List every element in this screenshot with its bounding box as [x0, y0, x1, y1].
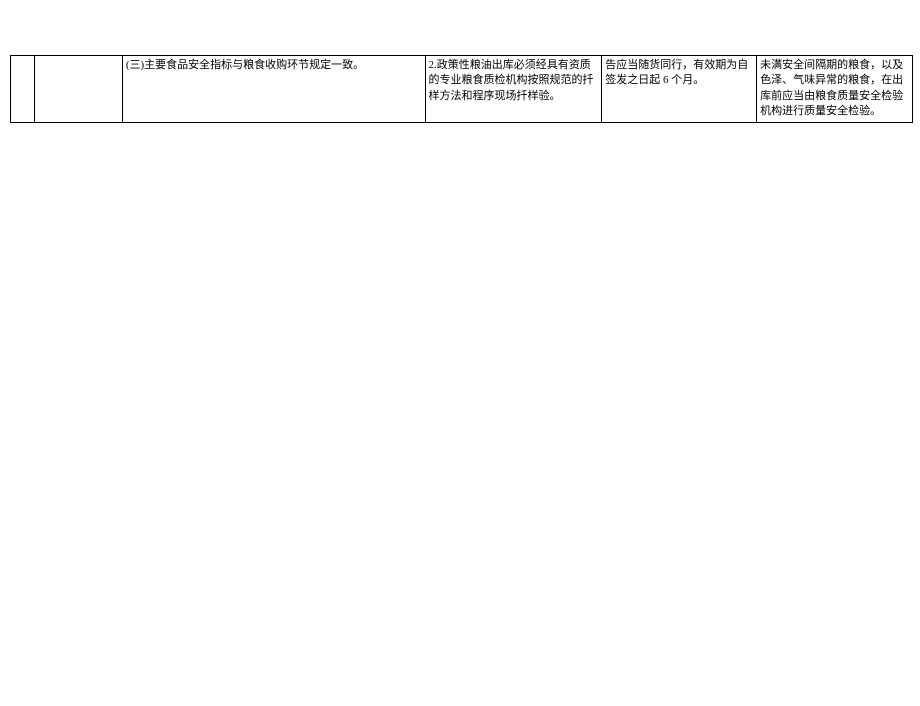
cell-content-5: 告应当随货同行，有效期为自签发之日起 6 个月。	[605, 58, 753, 89]
cell-col4: 2.政策性粮油出库必须经具有资质的专业粮食质检机构按照规范的扦样方法和程序现场扦…	[425, 56, 602, 123]
table-row: (三)主要食品安全指标与粮食收购环节规定一致。 2.政策性粮油出库必须经具有资质…	[11, 56, 913, 123]
cell-content-3: (三)主要食品安全指标与粮食收购环节规定一致。	[126, 58, 422, 73]
cell-col3: (三)主要食品安全指标与粮食收购环节规定一致。	[122, 56, 425, 123]
document-table-section: (三)主要食品安全指标与粮食收购环节规定一致。 2.政策性粮油出库必须经具有资质…	[0, 55, 920, 123]
regulation-table: (三)主要食品安全指标与粮食收购环节规定一致。 2.政策性粮油出库必须经具有资质…	[10, 55, 913, 123]
cell-col5: 告应当随货同行，有效期为自签发之日起 6 个月。	[602, 56, 757, 123]
cell-col1	[11, 56, 35, 123]
cell-col2	[34, 56, 122, 123]
cell-col6: 未满安全间隔期的粮食，以及色泽、气味异常的粮食，在出库前应当由粮食质量安全检验机…	[757, 56, 913, 123]
cell-content-6: 未满安全间隔期的粮食，以及色泽、气味异常的粮食，在出库前应当由粮食质量安全检验机…	[760, 58, 909, 120]
cell-content-4: 2.政策性粮油出库必须经具有资质的专业粮食质检机构按照规范的扦样方法和程序现场扦…	[429, 58, 599, 104]
